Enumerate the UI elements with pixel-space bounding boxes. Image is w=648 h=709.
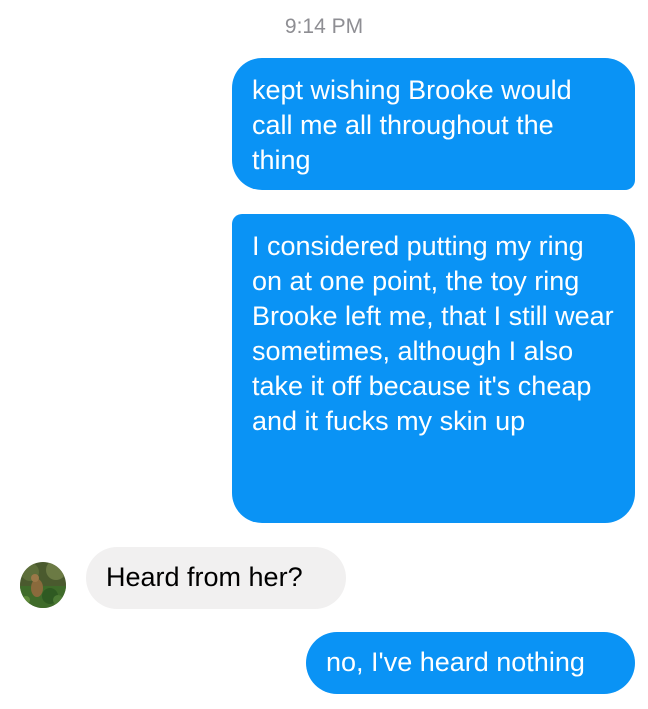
outgoing-message-bubble[interactable]: I considered putting my ring on at one p… [232, 214, 635, 523]
contact-avatar[interactable] [20, 562, 66, 608]
message-thread: 9:14 PM kept wishing Brooke would call m… [0, 0, 648, 709]
incoming-message-bubble[interactable]: Heard from her? [86, 547, 346, 609]
outgoing-message-bubble[interactable]: kept wishing Brooke would call me all th… [232, 58, 635, 190]
message-timestamp: 9:14 PM [284, 15, 364, 38]
avatar-photo-icon [20, 562, 66, 608]
outgoing-message-bubble[interactable]: no, I've heard nothing [306, 632, 635, 694]
